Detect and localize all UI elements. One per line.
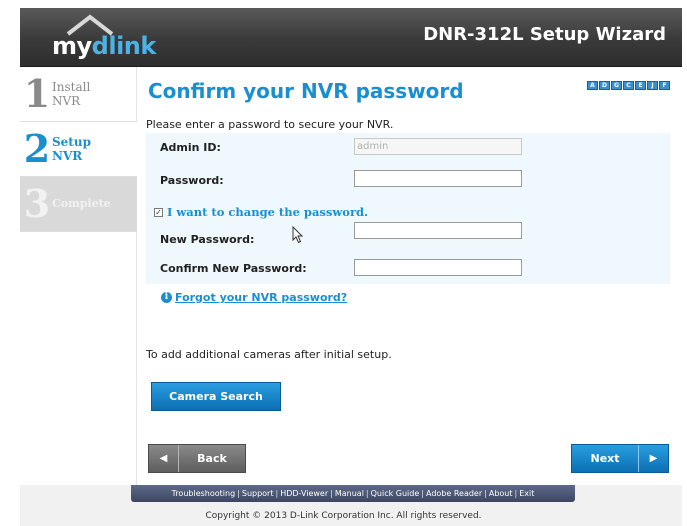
password-label: Password: (160, 174, 224, 187)
page-title: Confirm your NVR password (148, 79, 464, 103)
additional-cameras-text: To add additional cameras after initial … (146, 348, 392, 361)
back-button[interactable]: ◀ Back (148, 444, 246, 473)
camera-search-button[interactable]: Camera Search (151, 382, 281, 411)
footer-link-hdd-viewer[interactable]: HDD-Viewer (280, 489, 328, 498)
step-setup-nvr: 2 Setup NVR (20, 122, 137, 177)
step-label: Setup NVR (52, 135, 91, 163)
new-password-label: New Password: (160, 233, 255, 246)
password-form: Admin ID: admin Password: ✓ I want to ch… (146, 133, 670, 284)
logo-dlink: dlink (91, 32, 157, 60)
wizard-steps-sidebar: 1 Install NVR 2 Setup NVR 3 Complete (20, 67, 137, 485)
footer-separator: | (365, 489, 369, 498)
next-arrow-icon: ▶ (638, 445, 668, 472)
footer-link-exit[interactable]: Exit (519, 489, 534, 498)
footer-link-support[interactable]: Support (242, 489, 274, 498)
copyright-text: Copyright © 2013 D-Link Corporation Inc.… (205, 511, 482, 521)
intro-text: Please enter a password to secure your N… (146, 118, 394, 131)
step-label-line2: NVR (52, 94, 81, 108)
wizard-title: DNR-312L Setup Wizard (423, 24, 666, 45)
footer-links-bar: Troubleshooting | Support | HDD-Viewer | Manua… (131, 485, 575, 502)
next-label: Next (590, 452, 620, 465)
admin-id-field: admin (354, 138, 522, 155)
confirm-password-label: Confirm New Password: (160, 262, 307, 275)
footer-separator: | (484, 489, 487, 498)
footer-separator: | (421, 489, 424, 498)
language-flag-icon[interactable]: C (623, 81, 634, 90)
change-password-checkbox[interactable]: ✓ (154, 207, 163, 217)
confirm-password-field[interactable] (354, 259, 522, 276)
language-flag-icon[interactable]: E (635, 81, 646, 90)
language-flag-icon[interactable]: F (659, 81, 670, 90)
back-label: Back (197, 452, 227, 465)
back-arrow-icon: ◀ (149, 445, 179, 472)
admin-id-label: Admin ID: (160, 141, 221, 154)
step-label-line1: Setup (52, 135, 91, 149)
password-field[interactable] (354, 170, 522, 187)
language-flag-icon[interactable]: G (611, 81, 622, 90)
step-number: 3 (23, 181, 51, 226)
change-password-option[interactable]: ✓ I want to change the password. (154, 205, 368, 219)
language-selector: A D G C E J F (587, 81, 670, 90)
step-install-nvr: 1 Install NVR (20, 67, 137, 122)
step-number: 2 (23, 126, 51, 171)
step-label-line2: NVR (52, 149, 83, 163)
logo-my: my (52, 32, 92, 60)
step-label-line1: Install (52, 80, 91, 94)
next-button[interactable]: Next ▶ (571, 444, 669, 473)
change-password-label[interactable]: I want to change the password. (167, 205, 368, 219)
footer-link-troubleshooting[interactable]: Troubleshooting (172, 489, 236, 498)
step-label-line1: Complete (52, 197, 111, 210)
info-icon: i (161, 292, 172, 303)
language-flag-icon[interactable]: J (647, 81, 658, 90)
footer-separator: | (237, 489, 240, 498)
step-label: Complete (52, 197, 111, 211)
step-number: 1 (23, 71, 51, 116)
language-flag-icon[interactable]: D (599, 81, 610, 90)
new-password-field[interactable] (354, 222, 522, 239)
footer-separator: | (330, 489, 333, 498)
app-header: mydlink DNR-312L Setup Wizard (20, 8, 682, 67)
footer-link-about[interactable]: About (489, 489, 513, 498)
footer-link-adobe-reader[interactable]: Adobe Reader (426, 489, 482, 498)
footer-link-manual[interactable]: Manual (335, 489, 364, 498)
mouse-cursor-icon (292, 226, 304, 244)
step-label: Install NVR (52, 80, 90, 108)
language-flag-icon[interactable]: A (587, 81, 598, 90)
logo-text: mydlink (52, 32, 156, 60)
forgot-password-link[interactable]: Forgot your NVR password? (175, 291, 347, 304)
mydlink-logo: mydlink (48, 14, 156, 64)
footer-link-quick-guide[interactable]: Quick Guide (371, 489, 420, 498)
forgot-password[interactable]: i Forgot your NVR password? (161, 291, 347, 304)
step-complete: 3 Complete (20, 177, 137, 232)
main-content: Confirm your NVR password A D G C E J F … (137, 67, 682, 485)
